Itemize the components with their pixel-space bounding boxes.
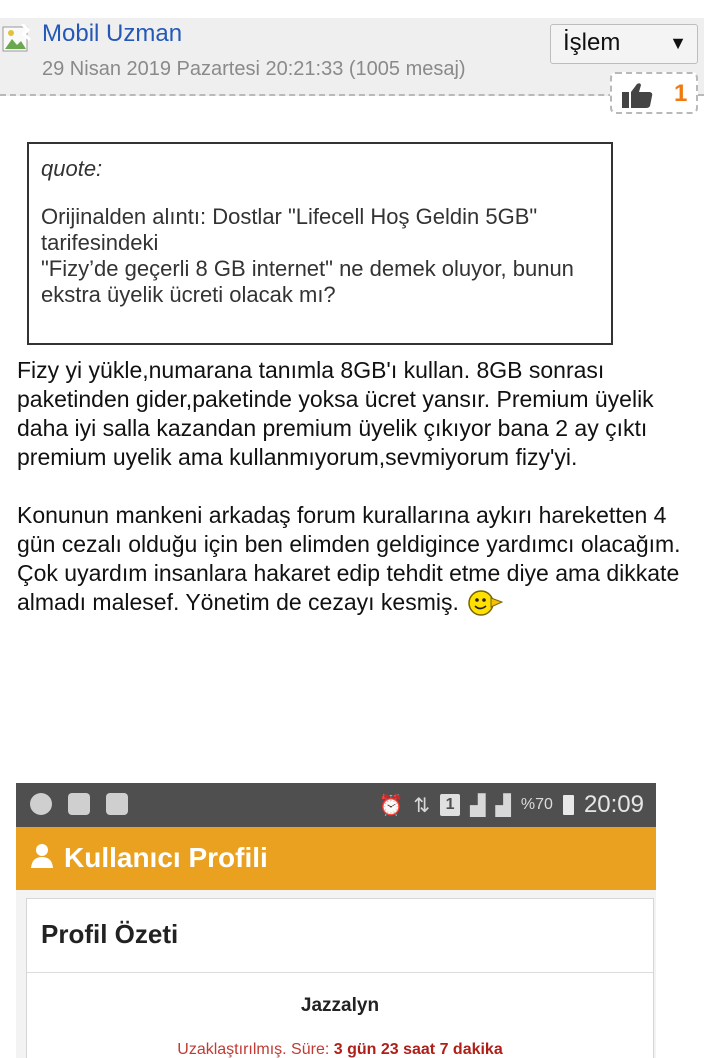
profile-header-title: Kullanıcı Profili [64,842,268,873]
quote-text: Orijinalden alıntı: Dostlar "Lifecell Ho… [41,204,574,307]
profile-summary-card: Profil Özeti Jazzalyn Uzaklaştırılmış. S… [26,898,654,1058]
message-notification-icon [68,793,90,815]
quote-title: quote: [41,156,103,181]
post-paragraph-text: Konunun mankeni arkadaş forum kuralların… [17,502,681,615]
ban-duration: 3 gün 23 saat 7 dakika [333,1041,503,1058]
profile-header-bar: Kullanıcı Profili [16,827,656,890]
sim-indicator: 1 [440,794,461,816]
action-dropdown[interactable]: İşlem ▼ [550,24,698,64]
dropdown-arrow-icon: ▼ [669,33,687,53]
ban-label: Uzaklaştırılmış. Süre: [177,1041,330,1058]
quote-block: quote: Orijinalden alıntı: Dostlar "Life… [27,142,613,345]
post-body: Fizy yi yükle,numarana tanımla 8GB'ı kul… [17,356,699,617]
status-clock: 20:09 [583,791,644,818]
ban-status: Uzaklaştırılmış. Süre: 3 gün 23 saat 7 d… [27,1041,653,1058]
broken-image-icon [2,24,32,52]
signal-icon: ▟ [470,794,486,817]
profile-summary-title: Profil Özeti [27,899,653,973]
post-header: Mobil Uzman 29 Nisan 2019 Pazartesi 20:2… [0,18,704,114]
battery-icon [562,795,574,815]
user-icon [31,844,53,868]
profile-username: Jazzalyn [300,995,380,1016]
like-count: 1 [674,80,688,107]
battery-percent: %70 [520,796,553,813]
post-paragraph: Fizy yi yükle,numarana tanımla 8GB'ı kul… [17,357,654,470]
app-notification-icon [30,793,52,815]
alarm-icon: ⏰ [378,794,404,817]
data-transfer-icon: ⇅ [413,794,431,817]
phone-status-bar: ⏰ ⇅ 1 ▟ ▟ %70 20:09 [16,783,656,827]
post-paragraph: Konunun mankeni arkadaş forum kuralların… [17,501,699,617]
thumbs-up-icon [622,83,653,108]
author-link[interactable]: Mobil Uzman [42,20,182,48]
like-button[interactable]: 1 [610,72,698,114]
signal-icon-secondary: ▟ [495,794,511,817]
action-dropdown-label: İşlem [563,29,621,56]
download-notification-icon [106,793,128,815]
smiley-emoticon-icon [468,590,504,616]
post-timestamp: 29 Nisan 2019 Pazartesi 20:21:33 (1005 m… [42,58,466,80]
embedded-screenshot: ⏰ ⇅ 1 ▟ ▟ %70 20:09 Kullanıcı Profili Pr… [16,783,656,1058]
